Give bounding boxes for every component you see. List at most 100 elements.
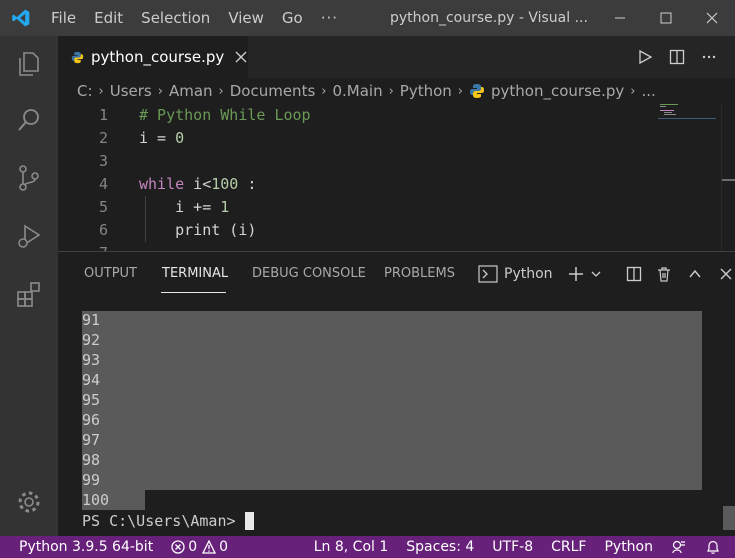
line-number: 5 [98,198,108,216]
line-number: 3 [98,152,108,170]
close-panel-icon[interactable] [711,252,735,296]
terminal[interactable]: 91 92 93 94 95 96 97 98 99 100 PS C:\Users\Aman> [58,296,735,537]
explorer-icon[interactable] [0,40,58,88]
breadcrumb-users[interactable]: Users [110,82,152,100]
encoding[interactable]: UTF-8 [483,536,542,558]
code-token: : [238,175,257,193]
maximize-panel-icon[interactable] [679,252,711,296]
minimize-button[interactable] [597,0,643,36]
code-token: i += [139,198,221,216]
settings-gear-icon[interactable] [0,478,58,526]
tab-debug-console[interactable]: DEBUG CONSOLE [252,252,366,296]
menu-edit[interactable]: Edit [85,0,132,36]
code-token: 1 [220,198,230,216]
chevron-right-icon: › [98,83,104,99]
chevron-right-icon: › [457,83,463,99]
run-python-file-icon[interactable] [629,36,661,78]
code-line[interactable]: 2 i = 0 [58,127,658,150]
terminal-output-line: 91 [82,311,101,329]
language-mode[interactable]: Python [595,536,662,558]
menu-view[interactable]: View [219,0,273,36]
problems-indicator[interactable]: 0 0 [162,536,237,558]
code-line[interactable]: 7 [58,242,658,251]
menu-more[interactable]: ··· [312,0,347,36]
code-token: i = [139,129,176,147]
chevron-right-icon: › [321,83,327,99]
split-editor-icon[interactable] [661,36,693,78]
breadcrumb-symbol[interactable]: ... [641,82,655,100]
chevron-down-icon[interactable] [589,252,603,296]
activity-bar [0,36,58,536]
tab-label: python_course.py [90,48,225,66]
run-debug-icon[interactable] [0,212,58,260]
active-tab-indicator [161,292,226,293]
python-file-icon [71,51,84,63]
breadcrumb-main[interactable]: 0.Main [332,82,382,100]
breadcrumb-documents[interactable]: Documents [230,82,316,100]
tab-python-course[interactable]: python_course.py [58,36,248,78]
search-icon[interactable] [0,96,58,144]
code-line[interactable]: 5 i += 1 [58,196,658,219]
notifications-bell-icon[interactable] [696,536,735,558]
code-text: i = 0 [139,127,184,150]
feedback-icon[interactable] [662,536,696,558]
maximize-button[interactable] [643,0,689,36]
menu-selection[interactable]: Selection [132,0,219,36]
terminal-output-line: 92 [82,331,101,349]
menu-go[interactable]: Go [273,0,312,36]
python-interpreter[interactable]: Python 3.9.5 64-bit [0,536,162,558]
line-number: 4 [98,175,108,193]
breadcrumb-file[interactable]: python_course.py [491,82,624,100]
code-line[interactable]: 4 while i<100 : [58,173,658,196]
code-line[interactable]: 1 # Python While Loop [58,104,658,127]
code-editor[interactable]: 1 # Python While Loop 2 i = 0 3 4 while i<100 … [58,104,735,251]
breadcrumb-python[interactable]: Python [400,82,452,100]
minimize-icon [615,17,625,19]
code-text: # Python While Loop [139,104,311,127]
close-window-button[interactable] [689,0,735,36]
terminal-selector[interactable]: Python [478,252,553,296]
cursor-position[interactable]: Ln 8, Col 1 [305,536,398,558]
minimap[interactable] [658,104,718,251]
menu-file[interactable]: File [42,0,85,36]
editor-actions [629,36,725,78]
panel-actions: Python [478,252,735,296]
split-terminal-icon[interactable] [619,252,649,296]
code-line[interactable]: 6 print (i) [58,219,658,242]
terminal-scrollbar[interactable] [723,506,735,530]
source-control-icon[interactable] [0,154,58,202]
menu-bar: File Edit Selection View Go ··· [42,0,347,36]
error-count: 0 [188,539,198,555]
tab-output[interactable]: OUTPUT [84,252,137,296]
indentation[interactable]: Spaces: 4 [397,536,483,558]
chevron-right-icon: › [388,83,394,99]
code-line[interactable]: 3 [58,150,658,173]
trash-icon[interactable] [649,252,679,296]
line-number: 2 [98,129,108,147]
terminal-output-line: 97 [82,431,101,449]
window-controls [597,0,735,36]
code-text: i += 1 [139,196,229,219]
terminal-name: Python [504,266,553,282]
editor-scrollbar[interactable] [721,104,735,251]
breadcrumb-aman[interactable]: Aman [169,82,213,100]
new-terminal-icon[interactable] [563,252,589,296]
extensions-icon[interactable] [0,270,58,318]
code-token: 0 [175,129,185,147]
code-token: while [139,175,185,193]
python-file-icon [470,84,484,98]
more-actions-icon[interactable] [693,36,725,78]
tab-problems[interactable]: PROBLEMS [384,252,455,296]
chevron-right-icon: › [157,83,163,99]
breadcrumb-drive[interactable]: C: [77,82,93,100]
line-number: 1 [98,106,108,124]
terminal-output-line: 94 [82,371,101,389]
close-tab-icon[interactable] [234,48,248,66]
code-text: while i<100 : [139,173,256,196]
code-token: i< [184,175,212,193]
chevron-right-icon: › [218,83,224,99]
terminal-output-line: 96 [82,411,101,429]
panel-tabs: OUTPUT TERMINAL DEBUG CONSOLE PROBLEMS P… [58,252,735,296]
end-of-line[interactable]: CRLF [542,536,595,558]
tab-terminal[interactable]: TERMINAL [162,252,228,296]
